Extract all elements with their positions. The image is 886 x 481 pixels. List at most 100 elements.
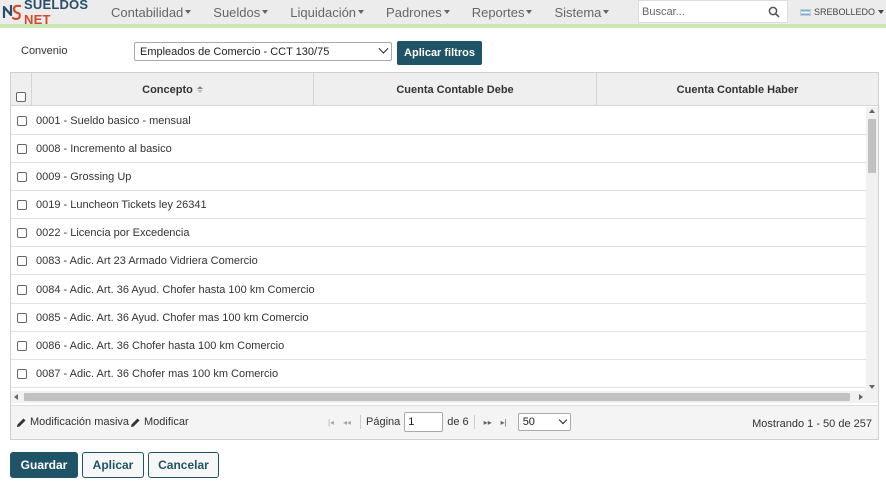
row-checkbox[interactable] (17, 340, 27, 351)
edit-button[interactable]: Modificar (130, 416, 189, 428)
menu-padrones[interactable]: Padrones (375, 0, 461, 24)
caret-down-icon (878, 10, 885, 14)
brand-name: SUELDOS NET (24, 0, 100, 27)
pencil-icon (17, 418, 26, 427)
user-name: SREBOLLEDO (814, 7, 876, 17)
record-count: Mostrando 1 - 50 de 257 (752, 418, 872, 430)
menu-contabilidad[interactable]: Contabilidad (100, 0, 202, 24)
table-row[interactable]: 0001 - Sueldo basico - mensual (11, 107, 866, 135)
page-label: Página (366, 416, 401, 428)
row-checkbox[interactable] (17, 255, 27, 266)
concepto-cell: 0022 - Licencia por Excedencia (36, 226, 190, 239)
menu-sistema[interactable]: Sistema (543, 0, 620, 24)
main-menu: Contabilidad Sueldos Liquidación Padrone… (100, 0, 620, 24)
menu-liquidacion[interactable]: Liquidación (279, 0, 375, 24)
scrollbar-corner (866, 391, 878, 403)
row-checkbox[interactable] (17, 368, 27, 379)
apply-button[interactable]: Aplicar (82, 452, 144, 478)
scroll-left-icon[interactable] (14, 394, 18, 400)
top-navbar: SUELDOS NET Contabilidad Sueldos Liquida… (0, 0, 886, 27)
table-row[interactable]: 0022 - Licencia por Excedencia (11, 219, 866, 247)
row-checkbox[interactable] (17, 199, 27, 210)
row-checkbox[interactable] (17, 115, 27, 126)
menu-sueldos[interactable]: Sueldos (202, 0, 279, 24)
pagination: |◂ ◂◂ Página de 6 ▸▸ ▸| 50 (323, 412, 571, 432)
convenio-label: Convenio (21, 45, 68, 57)
scroll-down-icon[interactable] (869, 385, 875, 389)
table-row[interactable]: 0085 - Adic. Art. 36 Ayud. Chofer mas 10… (11, 304, 866, 332)
concepto-cell: 0085 - Adic. Art. 36 Ayud. Chofer mas 10… (36, 311, 309, 324)
menu-label: Sistema (554, 4, 602, 20)
conceptos-grid: Concepto Cuenta Contable Debe Cuenta Con… (10, 72, 879, 440)
row-checkbox[interactable] (17, 284, 27, 295)
caret-down-icon (358, 10, 365, 14)
menu-label: Sueldos (213, 4, 261, 20)
scroll-thumb[interactable] (24, 393, 850, 401)
caret-down-icon (262, 10, 269, 14)
concepto-cell: 0084 - Adic. Art. 36 Ayud. Chofer hasta … (36, 283, 315, 296)
apply-filters-button[interactable]: Aplicar filtros (397, 41, 482, 65)
rows-per-page-value: 50 (522, 416, 535, 428)
menu-label: Reportes (471, 4, 525, 20)
menu-label: Liquidación (290, 4, 357, 20)
row-checkbox[interactable] (17, 171, 27, 182)
concepto-cell: 0001 - Sueldo basico - mensual (36, 114, 191, 127)
table-row[interactable]: 0086 - Adic. Art. 36 Chofer hasta 100 km… (11, 332, 866, 360)
horizontal-scrollbar[interactable] (11, 391, 866, 403)
sort-icon (196, 86, 203, 93)
save-button[interactable]: Guardar (10, 452, 78, 478)
convenio-selected-value: Empleados de Comercio - CCT 130/75 (140, 45, 330, 58)
rows-per-page-select[interactable]: 50 (517, 413, 571, 431)
table-row[interactable]: 0083 - Adic. Art 23 Armado Vidriera Come… (11, 247, 866, 275)
column-label: Cuenta Contable Debe (396, 83, 514, 96)
search-icon[interactable] (763, 1, 785, 23)
grid-footer: Modificación masiva Modificar |◂ ◂◂ Pági… (11, 405, 878, 439)
user-menu[interactable]: SREBOLLEDO (800, 0, 885, 24)
logo-mark-icon (2, 2, 22, 22)
concepto-cell: 0087 - Adic. Art. 36 Chofer mas 100 km C… (36, 367, 279, 380)
row-checkbox[interactable] (17, 312, 27, 323)
table-row[interactable]: 0087 - Adic. Art. 36 Chofer mas 100 km C… (11, 360, 866, 388)
concepto-cell: 0019 - Luncheon Tickets ley 26341 (36, 198, 207, 211)
last-page-icon[interactable]: ▸| (496, 414, 512, 430)
column-label: Concepto (142, 83, 193, 96)
app-logo[interactable]: SUELDOS NET (0, 0, 100, 27)
menu-label: Padrones (386, 4, 442, 20)
grid-header: Concepto Cuenta Contable Debe Cuenta Con… (11, 73, 878, 106)
cancel-button[interactable]: Cancelar (148, 452, 219, 478)
header-accent-line (0, 24, 886, 28)
scroll-thumb[interactable] (868, 119, 876, 173)
pager-separator (360, 415, 361, 429)
grid-body: 0001 - Sueldo basico - mensual 0008 - In… (11, 107, 866, 391)
caret-down-icon (603, 10, 610, 14)
scroll-right-icon[interactable] (859, 394, 863, 400)
search-input[interactable] (639, 1, 763, 22)
table-row[interactable]: 0084 - Adic. Art. 36 Ayud. Chofer hasta … (11, 276, 866, 304)
vertical-scrollbar[interactable] (866, 107, 878, 391)
column-header-haber[interactable]: Cuenta Contable Haber (597, 73, 878, 106)
row-checkbox[interactable] (17, 227, 27, 238)
argentina-flag-icon (800, 8, 811, 16)
first-page-icon[interactable]: |◂ (323, 414, 339, 430)
search-box (638, 0, 788, 23)
select-all-checkbox[interactable] (16, 92, 26, 102)
table-row[interactable]: 0019 - Luncheon Tickets ley 26341 (11, 191, 866, 219)
page-total: de 6 (447, 416, 469, 428)
table-row[interactable]: 0008 - Incremento al basico (11, 135, 866, 163)
scroll-up-icon[interactable] (869, 109, 875, 113)
menu-reportes[interactable]: Reportes (461, 0, 544, 24)
table-row[interactable]: 0009 - Grossing Up (11, 163, 866, 191)
bulk-edit-button[interactable]: Modificación masiva (16, 416, 129, 428)
bulk-edit-label: Modificación masiva (30, 416, 130, 428)
row-checkbox[interactable] (17, 143, 27, 154)
concepto-cell: 0008 - Incremento al basico (36, 142, 172, 155)
column-label: Cuenta Contable Haber (676, 83, 799, 96)
convenio-select[interactable]: Empleados de Comercio - CCT 130/75 (134, 42, 392, 61)
prev-page-icon[interactable]: ◂◂ (339, 414, 355, 430)
column-header-concepto[interactable]: Concepto (32, 73, 314, 106)
next-page-icon[interactable]: ▸▸ (480, 414, 496, 430)
column-header-debe[interactable]: Cuenta Contable Debe (314, 73, 597, 106)
menu-label: Contabilidad (111, 4, 184, 20)
page-number-input[interactable] (404, 412, 444, 432)
header-checkbox-cell (11, 73, 32, 106)
